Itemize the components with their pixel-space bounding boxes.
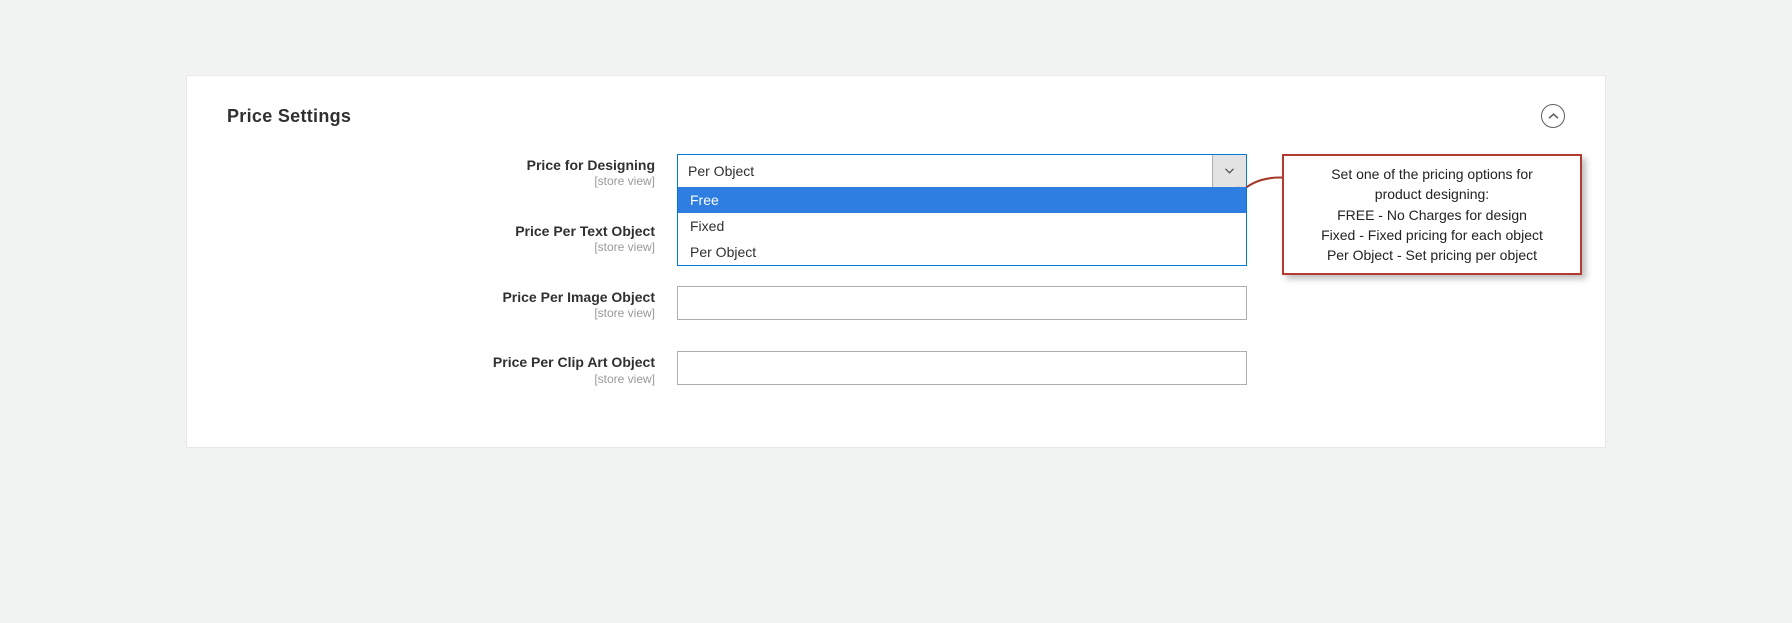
label-col: Price Per Image Object [store view]	[227, 286, 677, 322]
scope-label: [store view]	[227, 174, 655, 190]
input-col	[677, 351, 1247, 385]
field-label: Price Per Image Object	[227, 288, 655, 306]
input-col: Per Object Free Fixed Per Object	[677, 154, 1247, 188]
scope-label: [store view]	[227, 306, 655, 322]
callout-line: Set one of the pricing options for	[1294, 164, 1570, 184]
price-per-image-input[interactable]	[677, 286, 1247, 320]
pricing-help-callout: Set one of the pricing options for produ…	[1282, 154, 1582, 275]
field-label: Price Per Text Object	[227, 222, 655, 240]
chevron-up-icon	[1548, 113, 1559, 120]
price-per-clipart-input[interactable]	[677, 351, 1247, 385]
row-price-per-clipart: Price Per Clip Art Object [store view]	[227, 351, 1565, 387]
dropdown-list: Free Fixed Per Object	[677, 187, 1247, 266]
scope-label: [store view]	[227, 240, 655, 256]
scope-label: [store view]	[227, 372, 655, 388]
row-price-per-image: Price Per Image Object [store view]	[227, 286, 1565, 322]
select-display[interactable]: Per Object	[677, 154, 1247, 188]
input-col	[677, 286, 1247, 320]
price-for-designing-select[interactable]: Per Object Free Fixed Per Object	[677, 154, 1247, 188]
field-label: Price for Designing	[227, 156, 655, 174]
option-free[interactable]: Free	[678, 187, 1246, 213]
price-settings-panel: Price Settings Price for Designing [stor…	[186, 75, 1606, 448]
label-col: Price for Designing [store view]	[227, 154, 677, 190]
panel-header: Price Settings	[187, 96, 1605, 154]
select-arrow-button[interactable]	[1212, 155, 1246, 187]
callout-line: product designing:	[1294, 184, 1570, 204]
form-rows: Price for Designing [store view] Per Obj…	[187, 154, 1605, 387]
chevron-down-icon	[1225, 168, 1234, 174]
section-title: Price Settings	[227, 106, 351, 127]
row-price-for-designing: Price for Designing [store view] Per Obj…	[227, 154, 1565, 190]
option-per-object[interactable]: Per Object	[678, 239, 1246, 265]
label-col: Price Per Clip Art Object [store view]	[227, 351, 677, 387]
label-col: Price Per Text Object [store view]	[227, 220, 677, 256]
field-label: Price Per Clip Art Object	[227, 353, 655, 371]
option-fixed[interactable]: Fixed	[678, 213, 1246, 239]
select-value: Per Object	[688, 163, 754, 179]
collapse-toggle[interactable]	[1541, 104, 1565, 128]
